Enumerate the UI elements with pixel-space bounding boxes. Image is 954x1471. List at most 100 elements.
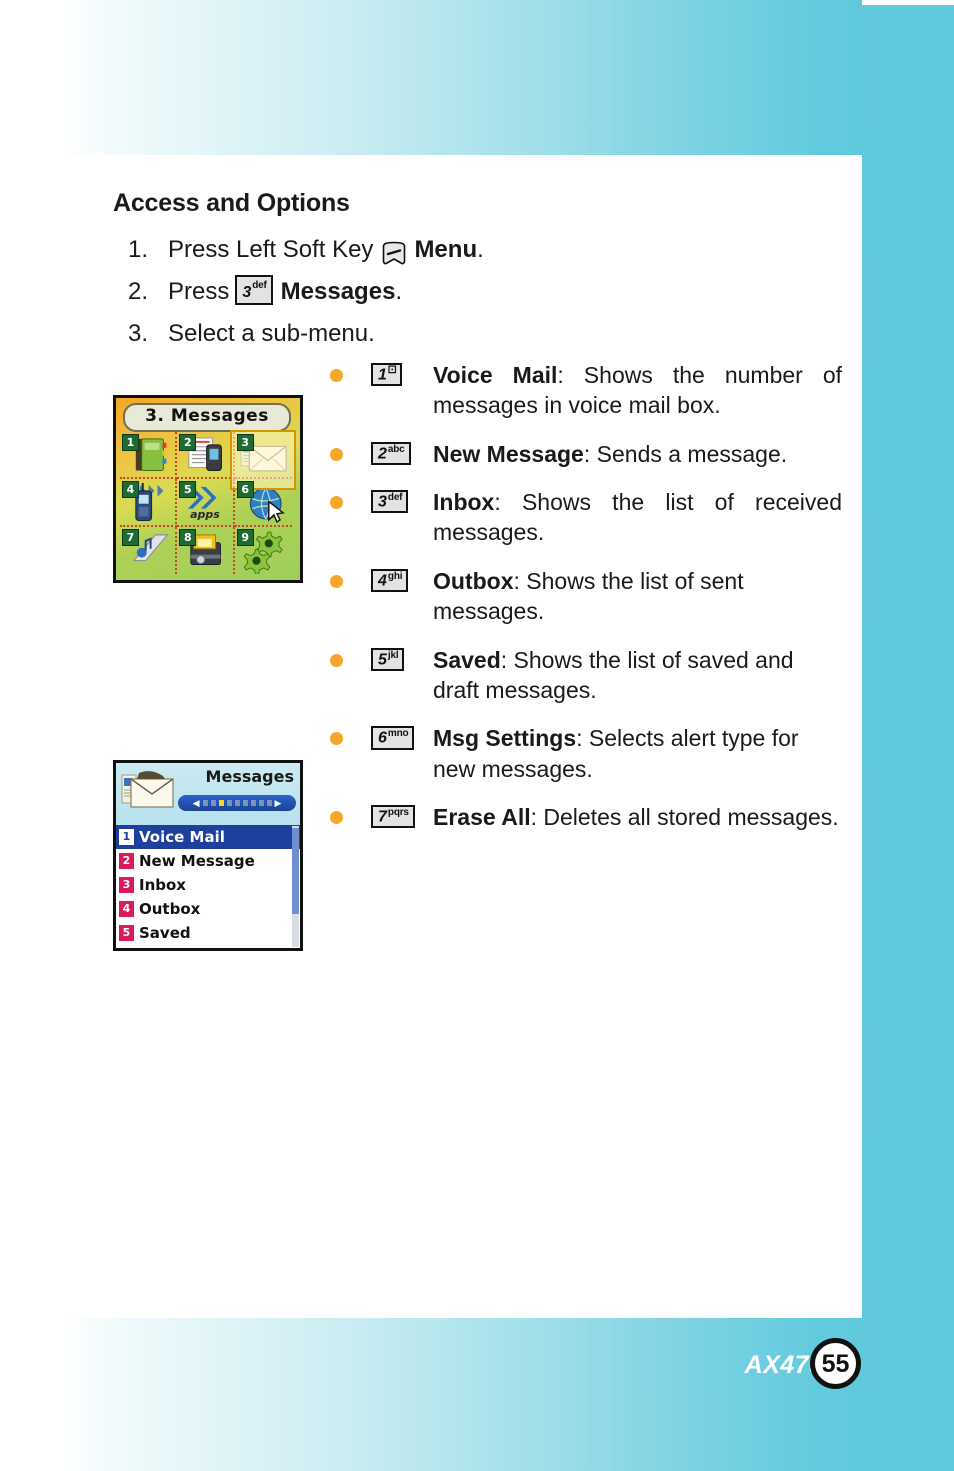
- scrollbar[interactable]: [292, 826, 299, 947]
- cell-number-badge: 5: [179, 481, 197, 499]
- bullet-desc: : Deletes all stored messages.: [530, 803, 839, 830]
- item-number-badge: 2: [119, 853, 134, 869]
- menu-cell-4: 4: [120, 479, 178, 527]
- menu-cell-7: 7: [120, 526, 178, 574]
- bullet-dot-icon: [330, 369, 343, 382]
- step-item: 3. Select a sub-menu.: [128, 320, 828, 348]
- key-letters: ⚀: [387, 365, 397, 376]
- step-number: 2.: [128, 278, 149, 306]
- bullet-dot-icon: [330, 653, 343, 667]
- list-item[interactable]: 4 Outbox: [116, 897, 300, 921]
- key-number: 3: [378, 493, 387, 511]
- cell-number-badge: 8: [179, 528, 197, 546]
- menu-cell-2: 2: [177, 432, 235, 480]
- cell-number-badge: 7: [122, 528, 139, 546]
- item-label: Outbox: [139, 900, 201, 918]
- keypad-key-5: 5jkl: [371, 647, 405, 671]
- list-header: Messages ◀ ▶: [116, 763, 300, 825]
- list-item[interactable]: 3 Inbox: [116, 873, 300, 897]
- key-letters: abc: [387, 443, 405, 455]
- key-number: 7: [378, 808, 387, 826]
- key-number: 6: [378, 729, 387, 747]
- bullet-title: Msg Settings: [433, 725, 577, 752]
- keypad-key-3: 3def: [235, 275, 273, 306]
- bullet-desc: : Sends a message.: [583, 440, 788, 467]
- key-letters: ghi: [387, 570, 403, 582]
- pager-dot: [202, 800, 208, 806]
- list-item[interactable]: 2 New Message: [116, 849, 300, 873]
- menu-grid-title: 3. Messages: [123, 403, 291, 432]
- bullet-title: Outbox: [433, 567, 514, 594]
- menu-cell-1: 1: [120, 432, 178, 480]
- bullet-title: Voice Mail: [433, 362, 558, 388]
- item-number-badge: 4: [119, 901, 134, 917]
- step-number: 3.: [128, 320, 149, 348]
- list-item[interactable]: 5 Saved: [116, 921, 300, 945]
- steps-list: 1. Press Left Soft Key Menu . 2. Press 3…: [128, 236, 828, 362]
- bullet-text: Msg Settings: Selects alert type for new…: [433, 723, 842, 784]
- menu-cell-8: 8: [177, 526, 235, 574]
- list-header-title: Messages: [205, 767, 294, 786]
- bullet-text: New Message: Sends a message.: [433, 439, 842, 469]
- menu-pager[interactable]: ◀ ▶: [178, 795, 296, 811]
- top-white-strip: [862, 0, 954, 5]
- pager-dot: [226, 800, 232, 806]
- apps-label: apps: [190, 507, 220, 521]
- bullet-title: Saved: [433, 646, 501, 673]
- step-number: 1.: [128, 236, 149, 263]
- bullet-item-new-message: 2abc New Message: Sends a message.: [330, 439, 842, 469]
- item-label: New Message: [139, 852, 255, 870]
- key-number: 3: [242, 284, 252, 302]
- step-period: .: [477, 236, 484, 263]
- pager-dot: [266, 800, 272, 806]
- step-text: Press: [168, 278, 230, 306]
- pager-dot-active: [218, 800, 224, 806]
- bullet-text: Voice Mail: Shows the number of messages…: [433, 360, 842, 421]
- scrollbar-thumb[interactable]: [292, 828, 299, 914]
- key-letters: pqrs: [387, 806, 409, 818]
- pager-dot: [210, 800, 216, 806]
- item-label: Saved: [139, 924, 191, 942]
- submenu-bullet-list: 1⚀ Voice Mail: Shows the number of messa…: [330, 360, 842, 850]
- step-bold-label: Menu: [414, 236, 478, 263]
- item-number-badge: 5: [119, 925, 134, 941]
- bullet-desc: : Shows the list of received messages.: [433, 489, 842, 546]
- step-item: 2. Press 3def Messages .: [128, 275, 828, 307]
- page-content: Access and Options 1. Press Left Soft Ke…: [0, 155, 862, 1318]
- cell-number-badge: 4: [122, 481, 139, 499]
- page-footer: AX4750 55: [0, 1318, 954, 1471]
- keypad-key-6: 6mno: [371, 726, 415, 750]
- key-number: 5: [378, 650, 387, 668]
- page-title: Access and Options: [113, 189, 350, 217]
- envelope-icon: [121, 771, 174, 808]
- key-letters: mno: [387, 728, 409, 740]
- menu-cell-5: 5 apps: [177, 479, 235, 527]
- bullet-text: Erase All: Deletes all stored messages.: [433, 802, 842, 832]
- bullet-dot-icon: [330, 810, 343, 824]
- item-number-badge: 3: [119, 877, 134, 893]
- chevron-left-icon[interactable]: ◀: [193, 798, 200, 808]
- bullet-text: Outbox: Shows the list of sent messages.: [433, 566, 842, 627]
- step-bold-label: Messages: [280, 278, 396, 306]
- pager-dot: [250, 800, 256, 806]
- pager-dot: [234, 800, 240, 806]
- step-text: Select a sub-menu.: [168, 320, 375, 348]
- bullet-item-inbox: 3def Inbox: Shows the list of received m…: [330, 487, 842, 548]
- bullet-dot-icon: [330, 447, 343, 461]
- cell-number-badge: 2: [179, 434, 197, 451]
- pager-dot: [258, 800, 264, 806]
- cell-number-badge: 3: [236, 434, 254, 451]
- keypad-key-7: 7pqrs: [371, 804, 415, 829]
- item-number-badge: 1: [119, 829, 134, 845]
- step-item: 1. Press Left Soft Key Menu .: [128, 236, 828, 265]
- key-number: 1: [378, 366, 387, 384]
- phone-screenshot-messages-list: Messages ◀ ▶ 1 Voice Mail 2 New Message …: [113, 760, 303, 951]
- phone-screenshot-menu-grid: 3. Messages 1 2 3 4 5 apps 6 7 8 9: [113, 395, 303, 583]
- pager-dot: [242, 800, 248, 806]
- bullet-item-outbox: 4ghi Outbox: Shows the list of sent mess…: [330, 566, 842, 627]
- list-item[interactable]: 1 Voice Mail: [116, 825, 300, 849]
- soft-key-icon: [381, 241, 407, 267]
- chevron-right-icon[interactable]: ▶: [275, 798, 282, 808]
- keypad-key-2: 2abc: [371, 441, 411, 466]
- messages-menu-items: 1 Voice Mail 2 New Message 3 Inbox 4 Out…: [116, 825, 300, 948]
